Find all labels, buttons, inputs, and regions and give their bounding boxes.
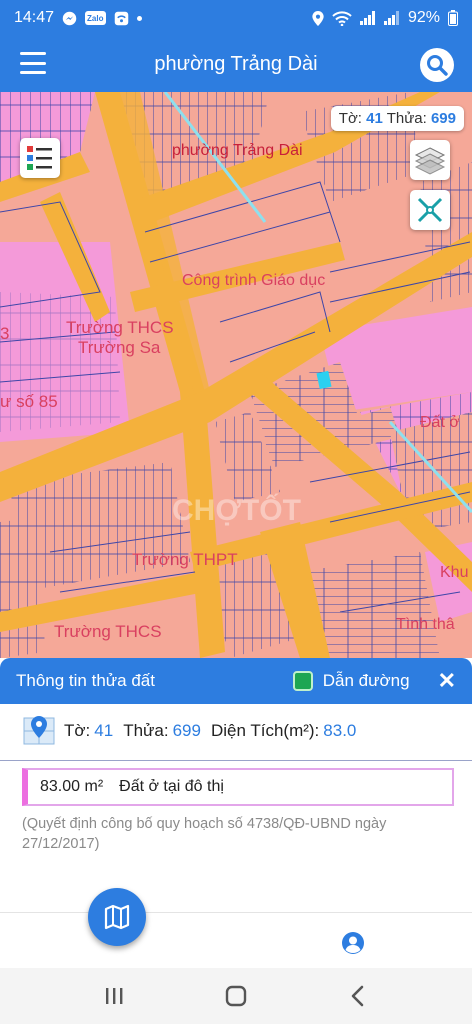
- system-navigation-bar: [0, 968, 472, 1024]
- layers-icon: [414, 147, 446, 175]
- parcel-value: 699: [172, 721, 201, 740]
- close-icon[interactable]: ✕: [438, 668, 456, 694]
- map-label-ward: phường Trảng Dài: [172, 142, 303, 159]
- wifi-app-icon: [114, 11, 128, 25]
- parcel-label: Thửa:: [123, 721, 169, 740]
- recent-apps-button[interactable]: [100, 982, 128, 1010]
- battery-percent: 92%: [407, 9, 440, 26]
- map-label-no3: 3: [0, 324, 10, 343]
- battery-icon: [448, 10, 458, 26]
- map-label-education: Công trình Giáo dục: [182, 272, 326, 289]
- messenger-icon: [62, 11, 77, 25]
- status-bar: 14:47 Zalo 92%: [0, 0, 472, 36]
- area-value: 83.0: [323, 721, 357, 740]
- panel-title: Thông tin thửa đất: [16, 671, 155, 690]
- map-view[interactable]: phường Trảng Dài Công trình Giáo dục Trư…: [0, 92, 472, 658]
- parcel-location-icon: [23, 716, 55, 745]
- map-icon: [104, 904, 130, 930]
- app-title: phường Trảng Dài: [154, 52, 318, 75]
- status-time: 14:47: [14, 9, 55, 26]
- watermark: CHỢTỐT: [172, 494, 301, 527]
- badge-sheet-label: Tờ:: [338, 110, 362, 127]
- location-icon: [312, 10, 324, 26]
- map-label-school-thcs-2: Trường THCS: [54, 622, 162, 641]
- parcel-info-header: Thông tin thửa đất Dẫn đường ✕: [0, 658, 472, 704]
- map-canvas[interactable]: [0, 92, 472, 658]
- directions-button[interactable]: Dẫn đường: [292, 671, 410, 691]
- signal-icon: [359, 11, 375, 25]
- recent-apps-icon: [106, 988, 123, 1004]
- land-use-row: 83.00 m² Đất ở tại đô thị: [22, 768, 454, 806]
- home-icon: [225, 985, 247, 1007]
- map-label-dat: Đất ở: [420, 414, 460, 431]
- map-label-tinh: Tình thâ: [396, 616, 455, 633]
- map-button[interactable]: [88, 888, 146, 946]
- parcel-info-row: Tờ: 41 Thửa: 699 Diện Tích(m²): 83.0: [22, 714, 362, 748]
- app-bar: phường Trảng Dài: [0, 36, 472, 92]
- map-label-khu: Khu: [440, 564, 469, 581]
- back-button[interactable]: [344, 982, 372, 1010]
- search-button[interactable]: [420, 48, 454, 82]
- map-label-no85: ư số 85: [0, 392, 58, 411]
- layers-button[interactable]: [410, 140, 450, 180]
- measure-tool-button[interactable]: [410, 190, 450, 230]
- map-label-school-thcs: Trường THCS: [66, 318, 174, 337]
- bottom-navigation: [0, 888, 472, 969]
- ruler-compass-icon: [417, 197, 443, 223]
- hamburger-menu-icon[interactable]: [20, 52, 46, 74]
- back-chevron-icon: [351, 985, 364, 1007]
- area-label: Diện Tích(m²):: [210, 721, 320, 740]
- profile-icon[interactable]: [341, 931, 365, 955]
- land-use-type: Đất ở tại đô thị: [119, 778, 224, 795]
- zalo-icon: Zalo: [85, 11, 106, 25]
- legend-icon: [27, 146, 52, 170]
- sheet-value: 41: [94, 721, 114, 740]
- search-icon: [427, 55, 448, 76]
- map-label-school-name: Trường Sa: [78, 338, 161, 357]
- planning-decision-note: (Quyết định công bố quy hoạch số 4738/QĐ…: [22, 816, 387, 852]
- wifi-icon: [332, 10, 352, 26]
- panel-divider: [0, 760, 472, 761]
- legend-button[interactable]: [20, 138, 60, 178]
- home-button[interactable]: [222, 982, 250, 1010]
- badge-parcel-label: Thửa:: [386, 110, 427, 127]
- map-label-school-thpt: Trường THPT: [132, 550, 238, 569]
- directions-label: Dẫn đường: [322, 671, 410, 690]
- parcel-info-panel: Tờ: 41 Thửa: 699 Diện Tích(m²): 83.0 83.…: [0, 704, 472, 912]
- parcel-badge: Tờ: 41 Thửa: 699: [330, 106, 464, 131]
- badge-sheet-value: 41: [366, 110, 383, 127]
- signal-icon-2: [383, 11, 399, 25]
- land-use-area: 83.00 m²: [40, 778, 104, 795]
- notification-dot-icon: [136, 15, 142, 21]
- badge-parcel-value: 699: [430, 110, 456, 127]
- directions-icon: [292, 671, 313, 691]
- sheet-label: Tờ:: [64, 721, 91, 740]
